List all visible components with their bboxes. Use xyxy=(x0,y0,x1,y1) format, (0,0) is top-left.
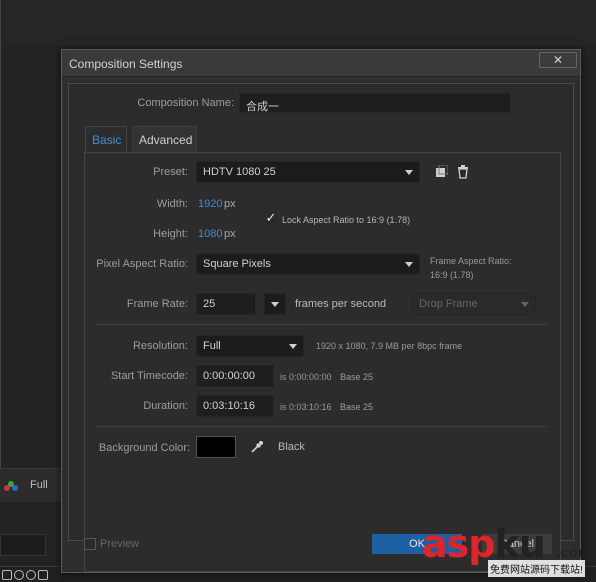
preset-dropdown[interactable]: HDTV 1080 25 xyxy=(196,161,420,183)
duration-input[interactable]: 0:03:10:16 xyxy=(196,395,274,417)
resolution-info: 1920 x 1080, 7.9 MB per 8bpc frame xyxy=(316,341,463,351)
preset-value: HDTV 1080 25 xyxy=(203,166,276,178)
lock-aspect-checkbox[interactable]: ✓ xyxy=(265,211,277,224)
lock-aspect-label: Lock Aspect Ratio to 16:9 (1.78) xyxy=(282,215,411,225)
start-timecode-base: Base 25 xyxy=(340,372,374,382)
panel-divider xyxy=(0,0,1,470)
chevron-down-icon xyxy=(521,302,529,307)
background-timecode-field[interactable] xyxy=(0,534,46,556)
section-divider xyxy=(95,426,547,427)
resolution-readout[interactable]: Full xyxy=(30,479,48,491)
height-unit: px xyxy=(224,228,236,240)
composition-name-label: Composition Name: xyxy=(137,97,234,109)
height-label: Height: xyxy=(153,228,188,240)
height-value[interactable]: 1080 xyxy=(198,228,222,240)
watermark-suffix: .com xyxy=(556,544,592,561)
chevron-down-icon xyxy=(289,344,297,349)
background-color-swatch[interactable] xyxy=(196,436,236,458)
resolution-label: Resolution: xyxy=(132,340,188,352)
preview-label: Preview xyxy=(100,538,140,550)
preview-checkbox[interactable] xyxy=(84,538,96,550)
frame-rate-label: Frame Rate: xyxy=(126,298,188,310)
width-value[interactable]: 1920 xyxy=(198,198,222,210)
frame-rate-input[interactable]: 25 xyxy=(196,293,256,315)
chevron-down-icon xyxy=(405,262,413,267)
frame-rate-dropdown[interactable] xyxy=(264,293,286,315)
render-icon[interactable] xyxy=(14,570,24,580)
background-color-name: Black xyxy=(278,441,305,453)
frame-aspect-label: Frame Aspect Ratio: xyxy=(430,256,512,266)
flowchart-icon[interactable] xyxy=(2,570,12,580)
tab-advanced[interactable]: Advanced xyxy=(132,126,197,152)
app-background-top xyxy=(0,0,596,46)
dialog-titlebar[interactable]: Composition Settings ✕ xyxy=(62,50,580,77)
chevron-down-icon xyxy=(405,170,413,175)
duration-equiv: is 0:03:10:16 xyxy=(280,402,332,412)
composition-name-input[interactable]: 合成一 xyxy=(239,93,511,113)
save-preset-icon[interactable] xyxy=(434,165,448,179)
close-button[interactable]: ✕ xyxy=(539,52,577,68)
grid-icon[interactable] xyxy=(38,570,48,580)
start-timecode-input[interactable]: 0:00:00:00 xyxy=(196,365,274,387)
color-channels-icon[interactable] xyxy=(4,481,18,491)
tab-basic[interactable]: Basic xyxy=(85,126,127,152)
section-divider xyxy=(95,324,547,325)
width-unit: px xyxy=(224,198,236,210)
pixel-aspect-dropdown[interactable]: Square Pixels xyxy=(196,253,420,275)
duration-base: Base 25 xyxy=(340,402,374,412)
composition-settings-dialog: Composition Settings ✕ Composition Name:… xyxy=(61,49,581,573)
preset-label: Preset: xyxy=(153,166,188,178)
eyedropper-icon[interactable] xyxy=(250,440,264,454)
start-timecode-equiv: is 0:00:00:00 xyxy=(280,372,332,382)
start-timecode-label: Start Timecode: xyxy=(110,370,188,382)
drop-frame-value: Drop Frame xyxy=(419,298,478,310)
drop-frame-dropdown: Drop Frame xyxy=(412,293,536,315)
frame-aspect-value: 16:9 (1.78) xyxy=(430,270,474,280)
trash-icon[interactable] xyxy=(456,165,470,179)
watermark-brand-red: asp xyxy=(422,522,495,566)
chevron-down-icon xyxy=(271,302,279,307)
pixel-aspect-value: Square Pixels xyxy=(203,258,271,270)
pixel-aspect-label: Pixel Aspect Ratio: xyxy=(96,258,188,270)
frame-rate-unit: frames per second xyxy=(295,298,387,310)
watermark-logo: aspku .com 免费网站源码下载站! xyxy=(422,522,594,580)
dialog-title: Composition Settings xyxy=(69,57,183,71)
background-color-label: Background Color: xyxy=(98,442,190,454)
resolution-value: Full xyxy=(203,340,221,352)
toggle-icon[interactable] xyxy=(26,570,36,580)
width-label: Width: xyxy=(156,198,188,210)
resolution-dropdown[interactable]: Full xyxy=(196,335,304,357)
duration-label: Duration: xyxy=(143,400,188,412)
watermark-slogan: 免费网站源码下载站! xyxy=(488,560,585,577)
